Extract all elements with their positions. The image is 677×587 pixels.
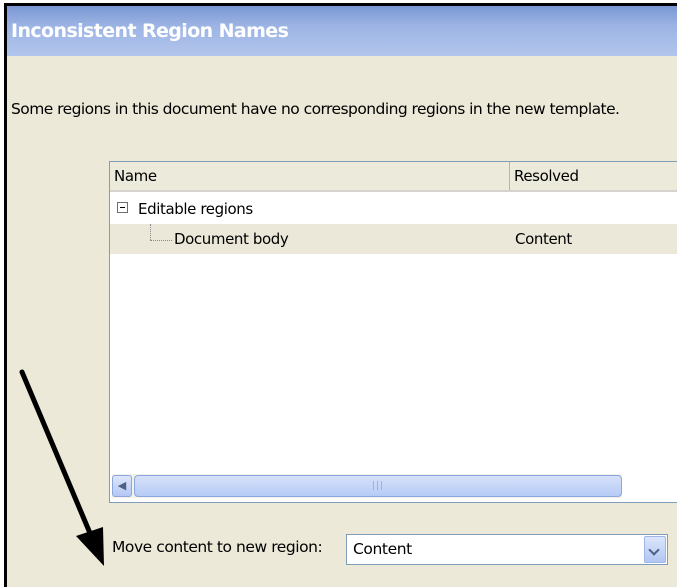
dialog-title: Inconsistent Region Names <box>7 6 677 56</box>
dialog-message: Some regions in this document have no co… <box>11 100 620 118</box>
scrollbar-thumb[interactable]: ||| <box>134 475 622 497</box>
column-header-name[interactable]: Name <box>110 162 510 190</box>
chevron-down-icon[interactable] <box>644 536 666 563</box>
horizontal-scrollbar[interactable]: ◀ ||| <box>112 474 622 498</box>
tree-connector-line <box>150 224 151 240</box>
tree-header: Name Resolved <box>110 162 677 192</box>
move-content-label: Move content to new region: <box>112 538 323 556</box>
new-region-select[interactable]: Content <box>346 534 668 565</box>
collapse-minus-icon[interactable] <box>117 202 128 213</box>
group-label: Editable regions <box>138 200 253 218</box>
tree-row-document-body[interactable]: Document body Content <box>110 224 677 254</box>
scroll-left-arrow-icon[interactable]: ◀ <box>112 475 132 497</box>
region-name: Document body <box>174 230 289 248</box>
new-region-selected-value: Content <box>353 540 412 558</box>
tree-group-editable-regions[interactable]: Editable regions <box>110 194 677 224</box>
region-resolved: Content <box>515 230 572 248</box>
tree-connector-line <box>150 240 172 241</box>
regions-tree-view[interactable]: Name Resolved Editable regions Document … <box>109 161 677 503</box>
column-header-resolved[interactable]: Resolved <box>510 162 677 190</box>
